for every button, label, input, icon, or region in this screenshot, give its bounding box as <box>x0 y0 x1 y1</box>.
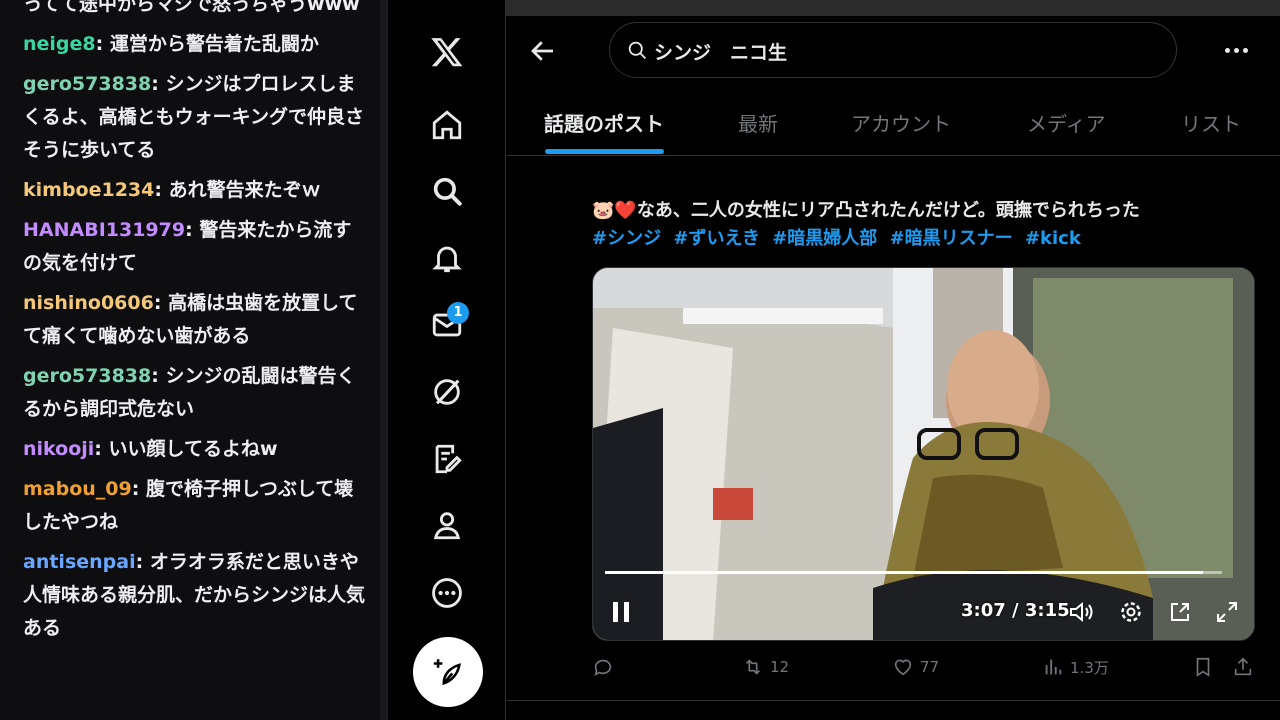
tab-top[interactable]: 話題のポスト <box>544 108 664 137</box>
home-icon[interactable] <box>427 105 467 145</box>
x-logo-icon[interactable] <box>427 32 467 72</box>
chat-message: HANABI131979: 警告来たから流すの気を付けて <box>23 219 352 274</box>
chat-message: antisenpai: オラオラ系だと思いきや人情味ある親分肌、だからシンジは人… <box>23 551 366 639</box>
compose-icon <box>433 659 461 686</box>
fullscreen-icon[interactable] <box>1215 600 1239 628</box>
search-query: シンジ ニコ生 <box>654 42 788 64</box>
pause-icon[interactable] <box>611 600 633 628</box>
hashtag-link[interactable]: #暗黒リスナー <box>890 228 1013 249</box>
video-progress-fill <box>605 571 1204 574</box>
chat-message: kimboe1234: あれ警告来たぞｗ <box>23 179 321 201</box>
search-input[interactable]: シンジ ニコ生 <box>609 22 1177 78</box>
hashtag-link[interactable]: #ずいえき <box>673 228 760 249</box>
tweet-text: 🐷❤️なあ、二人の女性にリア凸されたんだけど。頭撫でられちった <box>592 200 1140 221</box>
chat-username[interactable]: gero573838 <box>23 73 151 95</box>
hashtag-link[interactable]: #シンジ <box>592 228 661 249</box>
chat-text: ってて途中からマジで怒っちゃうwww <box>23 0 360 15</box>
repost-icon <box>745 659 761 675</box>
search-icon[interactable] <box>427 171 467 211</box>
chat-username[interactable]: nishino0606 <box>23 292 154 314</box>
tweet-divider <box>507 700 1280 701</box>
analytics-icon <box>1045 659 1062 675</box>
hashtag-link[interactable]: #kick <box>1025 228 1081 249</box>
tab-accounts[interactable]: アカウント <box>851 108 951 137</box>
share-button[interactable] <box>1232 656 1254 678</box>
video-player[interactable]: 3:07 / 3:15 <box>592 267 1255 641</box>
back-arrow-icon[interactable] <box>528 36 558 66</box>
chat-text: 運営から警告着た乱闘か <box>109 33 319 55</box>
tab-media[interactable]: メディア <box>1027 108 1106 137</box>
profile-icon[interactable] <box>427 505 467 545</box>
chat-scrollbar[interactable] <box>380 0 386 720</box>
view-count: 1.3万 <box>1070 658 1109 677</box>
chat-username[interactable]: kimboe1234 <box>23 179 154 201</box>
grok-icon[interactable] <box>427 372 467 412</box>
share-icon <box>1234 657 1252 676</box>
picture-in-picture-icon[interactable] <box>1168 600 1192 628</box>
like-button[interactable]: 77 <box>892 656 939 678</box>
chat-username[interactable]: nikooji <box>23 438 94 460</box>
repost-count: 12 <box>770 658 790 676</box>
chat-username[interactable]: neige8 <box>23 33 96 55</box>
reply-icon <box>594 659 612 676</box>
search-tabs: 話題のポスト 最新 アカウント メディア リスト <box>507 94 1280 156</box>
chat-message: nishino0606: 高橋は虫歯を放置してて痛くて噛めない歯がある <box>23 292 358 347</box>
chat-message: neige8: 運営から警告着た乱闘か <box>23 33 319 55</box>
chat-message: gero573838: シンジの乱闘は警告くるから調印式危ない <box>23 365 356 420</box>
compose-post-button[interactable] <box>413 637 483 707</box>
hashtag-link[interactable]: #暗黒婦人部 <box>772 228 877 249</box>
chat-message: gero573838: シンジはプロレスしまくるよ、高橋ともウォーキングで仲良さ… <box>23 73 365 161</box>
views-button[interactable]: 1.3万 <box>1042 656 1109 678</box>
search-field-icon <box>628 41 646 59</box>
messages-badge: 1 <box>447 302 469 324</box>
active-tab-indicator <box>545 149 664 154</box>
edit-note-icon[interactable] <box>427 439 467 479</box>
like-count: 77 <box>920 658 940 676</box>
chat-message: nikooji: いい顔してるよねw <box>23 438 278 460</box>
bookmark-button[interactable] <box>1192 656 1214 678</box>
window-top-strip <box>390 0 1280 16</box>
chat-text: あれ警告来たぞｗ <box>168 179 321 201</box>
chat-username[interactable]: antisenpai <box>23 551 136 573</box>
chat-text: いい顔してるよねw <box>108 438 278 460</box>
video-progress-bar[interactable] <box>605 571 1222 574</box>
reply-button[interactable] <box>592 656 620 678</box>
volume-icon[interactable] <box>1069 600 1095 628</box>
tweet-actions: 12 77 1.3万 <box>592 656 1262 688</box>
chat-message-list: ってて途中からマジで怒っちゃうwww neige8: 運営から警告着た乱闘か ger… <box>23 0 366 652</box>
tab-lists[interactable]: リスト <box>1181 108 1241 137</box>
chat-message: mabou_09: 腹で椅子押しつぶして壊したやつね <box>23 478 354 533</box>
heart-icon <box>894 659 912 676</box>
chat-panel: ってて途中からマジで怒っちゃうwww neige8: 運営から警告着た乱闘か ger… <box>0 0 388 720</box>
settings-gear-icon[interactable] <box>1119 600 1143 628</box>
tab-latest[interactable]: 最新 <box>738 108 778 137</box>
bell-icon[interactable] <box>427 238 467 278</box>
repost-button[interactable]: 12 <box>742 656 789 678</box>
more-options-icon[interactable] <box>1225 38 1253 62</box>
chat-username[interactable]: gero573838 <box>23 365 151 387</box>
chat-message: ってて途中からマジで怒っちゃうwww <box>23 0 366 21</box>
video-frame <box>593 268 1254 640</box>
chat-username[interactable]: mabou_09 <box>23 478 132 500</box>
video-time: 3:07 / 3:15 <box>961 600 1070 621</box>
more-icon[interactable] <box>427 573 467 613</box>
bookmark-icon <box>1196 657 1210 677</box>
tweet-hashtags: #シンジ #ずいえき #暗黒婦人部 #暗黒リスナー #kick <box>592 225 1087 253</box>
chat-username[interactable]: HANABI131979 <box>23 219 185 241</box>
